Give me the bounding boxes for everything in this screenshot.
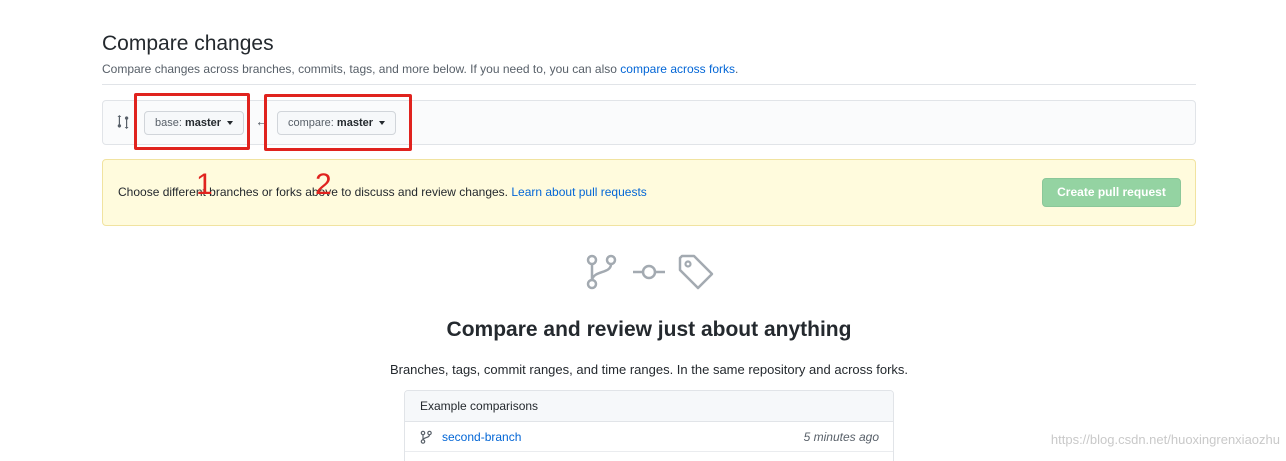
annotation-box-1 [134,93,250,150]
git-commit-icon [633,264,665,280]
page-subtitle: Compare changes across branches, commits… [102,61,1196,77]
blankslate-title: Compare and review just about anything [446,318,852,341]
subtitle-end: . [735,62,739,76]
subtitle-text: Compare changes across branches, commits… [102,62,617,76]
git-compare-icon [117,115,129,129]
blankslate-icons [584,252,716,292]
learn-pull-requests-link[interactable]: Learn about pull requests [511,185,646,199]
page-header: Compare changes Compare changes across b… [102,30,1196,77]
example-branch-link[interactable]: second-branch [442,430,521,444]
example-time: 5 minutes ago [803,430,879,444]
list-item[interactable]: second-branch 5 minutes ago [405,422,893,452]
compare-across-forks-link[interactable]: compare across forks [620,62,735,76]
watermark: https://blog.csdn.net/huoxingrenxiaozhu [1050,432,1280,447]
example-comparisons: Example comparisons second-branch 5 minu… [404,390,894,461]
annotation-number-1: 1 [196,168,213,201]
flash-text: Choose different branches or forks above… [118,185,508,199]
annotation-number-2: 2 [315,168,332,201]
git-branch-icon [586,254,617,290]
flash-notice: Choose different branches or forks above… [102,159,1196,226]
git-branch-icon [420,430,432,444]
create-pull-request-button[interactable]: Create pull request [1042,178,1181,207]
list-item[interactable] [405,452,893,461]
header-divider [102,84,1196,85]
annotation-box-2 [264,94,412,151]
blankslate-description: Branches, tags, commit ranges, and time … [389,362,909,377]
page-title: Compare changes [102,32,274,55]
tag-icon [678,254,714,290]
example-comparisons-header: Example comparisons [405,391,893,422]
